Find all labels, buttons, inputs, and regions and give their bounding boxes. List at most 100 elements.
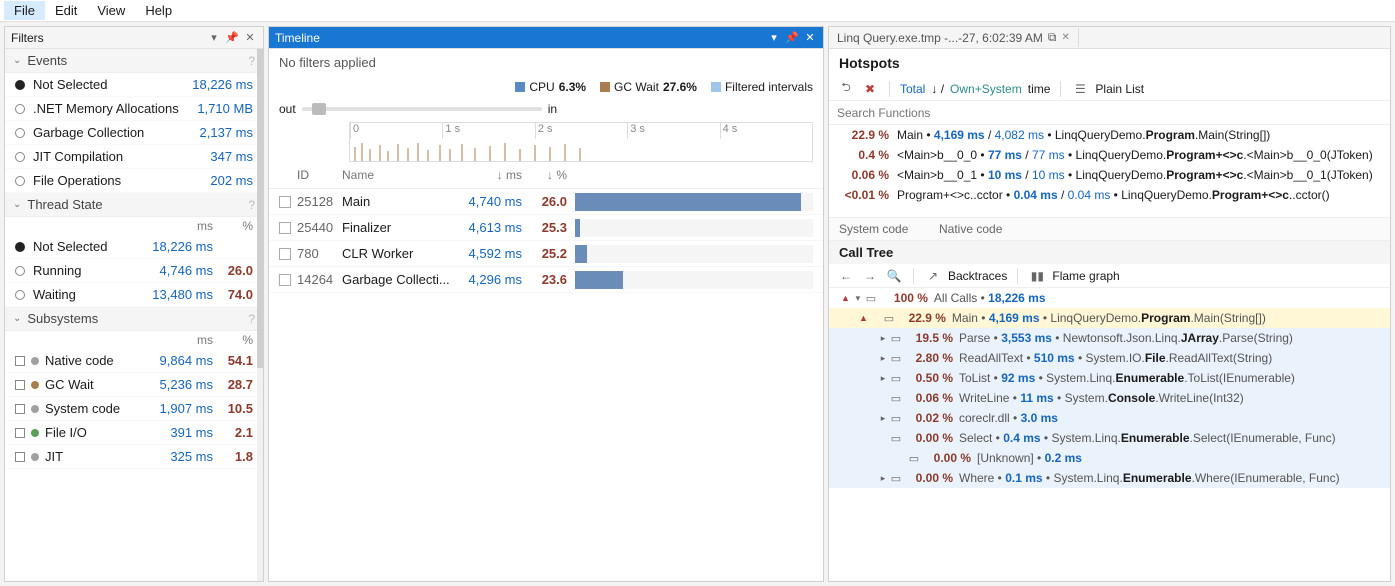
thread-timeline-bar[interactable] (575, 193, 813, 211)
scrollbar[interactable] (257, 49, 263, 581)
frame-icon: ▭ (864, 292, 878, 305)
calltree-row[interactable]: ▲ ▾ ▭ 100 % All Calls • 18,226 ms (829, 288, 1390, 308)
hotspot-row[interactable]: <0.01 % Program+<>c..cctor • 0.04 ms / 0… (829, 185, 1390, 205)
nav-fwd-icon[interactable]: → (861, 267, 879, 285)
ruler-tick: 4 s (720, 123, 812, 139)
calltree-row[interactable]: ▭ 0.00 % Select • 0.4 ms • System.Linq.E… (829, 428, 1390, 448)
pin-icon[interactable]: 📌 (225, 31, 239, 45)
filters-title: Filters (11, 31, 44, 45)
calltree-row[interactable]: ▸ ▭ 2.80 % ReadAllText • 510 ms • System… (829, 348, 1390, 368)
expand-icon[interactable]: ▸ (877, 353, 889, 364)
radio-icon (15, 104, 25, 114)
dropdown-icon[interactable]: ▾ (767, 31, 781, 45)
menu-file[interactable]: File (4, 1, 45, 20)
expand-icon[interactable]: ▸ (877, 333, 889, 344)
threadstate-section-header[interactable]: ⌄ Thread State ? (5, 193, 263, 217)
filter-row-threadstate[interactable]: Waiting 13,480 ms 74.0 (5, 283, 263, 307)
events-section-header[interactable]: ⌄ Events ? (5, 49, 263, 73)
filters-titlebar: Filters ▾ 📌 ✕ (5, 27, 263, 49)
hotspot-row[interactable]: 22.9 % Main • 4,169 ms / 4,082 ms • Linq… (829, 125, 1390, 145)
flame-icon: ▮▮ (1028, 267, 1046, 285)
expand-icon[interactable]: ▸ (877, 373, 889, 384)
pin-icon[interactable]: 📌 (785, 31, 799, 45)
calltree-row[interactable]: ▲ ▭ 22.9 % Main • 4,169 ms • LinqQueryDe… (829, 308, 1390, 328)
checkbox-icon[interactable] (279, 248, 291, 260)
expand-icon[interactable]: ▾ (852, 293, 864, 304)
search-input[interactable] (829, 101, 1390, 124)
calltree-row[interactable]: ▭ 0.06 % WriteLine • 11 ms • System.Cons… (829, 388, 1390, 408)
thread-timeline-bar[interactable] (575, 219, 813, 237)
checkbox-icon[interactable] (279, 222, 291, 234)
close-icon[interactable]: ✕ (1061, 32, 1069, 43)
filter-row-subsystem[interactable]: GC Wait 5,236 ms 28.7 (5, 373, 263, 397)
threadstate-columns: ms % (5, 217, 263, 235)
thread-timeline-bar[interactable] (575, 245, 813, 263)
ruler-tick: 0 (350, 123, 442, 139)
window-icon[interactable]: ⧉ (1048, 30, 1057, 45)
nav-back-icon[interactable]: ← (837, 267, 855, 285)
hotspots-panel: Linq Query.exe.tmp -...-27, 6:02:39 AM ⧉… (828, 26, 1391, 582)
thread-row[interactable]: 14264 Garbage Collecti... 4,296 ms 23.6 (269, 267, 823, 293)
checkbox-icon[interactable] (279, 196, 291, 208)
timeline-ruler[interactable]: 01 s2 s3 s4 s (349, 122, 813, 162)
back-icon[interactable]: ⮌ (837, 80, 855, 98)
filter-row-event[interactable]: .NET Memory Allocations 1,710 MB (5, 97, 263, 121)
ruler-tick: 3 s (627, 123, 719, 139)
filter-row-event[interactable]: File Operations 202 ms (5, 169, 263, 193)
filter-row-threadstate[interactable]: Not Selected 18,226 ms (5, 235, 263, 259)
hotspots-title: Hotspots (829, 49, 1390, 77)
thread-row[interactable]: 780 CLR Worker 4,592 ms 25.2 (269, 241, 823, 267)
tab-session[interactable]: Linq Query.exe.tmp -...-27, 6:02:39 AM ⧉… (829, 28, 1079, 47)
close-icon[interactable]: ✕ (243, 31, 257, 45)
calltree-toolbar: ← → 🔍 ↗ Backtraces ▮▮ Flame graph (829, 264, 1390, 288)
color-dot-icon (31, 429, 39, 437)
chevron-down-icon: ⌄ (13, 313, 21, 324)
close-icon[interactable]: ✕ (803, 31, 817, 45)
own-system-link[interactable]: Own+System (950, 82, 1022, 96)
help-icon[interactable]: ? (248, 312, 255, 326)
subsystems-section-header[interactable]: ⌄ Subsystems ? (5, 307, 263, 331)
flame-label[interactable]: Flame graph (1052, 269, 1119, 283)
calltree-row[interactable]: ▸ ▭ 19.5 % Parse • 3,553 ms • Newtonsoft… (829, 328, 1390, 348)
menu-view[interactable]: View (87, 1, 135, 20)
help-icon[interactable]: ? (248, 198, 255, 212)
frame-icon: ▭ (889, 392, 903, 405)
filter-row-subsystem[interactable]: Native code 9,864 ms 54.1 (5, 349, 263, 373)
thread-timeline-bar[interactable] (575, 271, 813, 289)
hotspot-row[interactable]: 0.06 % <Main>b__0_1 • 10 ms / 10 ms • Li… (829, 165, 1390, 185)
calltree-title: Call Tree (829, 241, 1390, 264)
cpu-swatch (515, 82, 525, 92)
checkbox-icon (15, 428, 25, 438)
filter-row-event[interactable]: Not Selected 18,226 ms (5, 73, 263, 97)
filter-row-subsystem[interactable]: JIT 325 ms 1.8 (5, 445, 263, 469)
calltree-row[interactable]: ▸ ▭ 0.00 % Where • 0.1 ms • System.Linq.… (829, 468, 1390, 488)
total-link[interactable]: Total (900, 82, 925, 96)
expand-icon[interactable]: ▸ (877, 413, 889, 424)
zoom-slider[interactable] (302, 107, 542, 111)
filter-icon[interactable]: ✖ (861, 80, 879, 98)
search-icon[interactable]: 🔍 (885, 267, 903, 285)
menu-help[interactable]: Help (135, 1, 182, 20)
menu-edit[interactable]: Edit (45, 1, 87, 20)
backtraces-label[interactable]: Backtraces (948, 269, 1007, 283)
plain-list-label[interactable]: Plain List (1095, 82, 1144, 96)
chevron-down-icon: ⌄ (13, 199, 21, 210)
hotspot-row[interactable]: 0.4 % <Main>b__0_0 • 77 ms / 77 ms • Lin… (829, 145, 1390, 165)
filter-row-event[interactable]: Garbage Collection 2,137 ms (5, 121, 263, 145)
calltree-row[interactable]: ▭ 0.00 % [Unknown] • 0.2 ms (829, 448, 1390, 468)
ruler-tick: 1 s (442, 123, 534, 139)
expand-icon[interactable]: ▸ (877, 473, 889, 484)
filter-row-subsystem[interactable]: File I/O 391 ms 2.1 (5, 421, 263, 445)
thread-row[interactable]: 25440 Finalizer 4,613 ms 25.3 (269, 215, 823, 241)
thread-row[interactable]: 25128 Main 4,740 ms 26.0 (269, 189, 823, 215)
filter-row-subsystem[interactable]: System code 1,907 ms 10.5 (5, 397, 263, 421)
dropdown-icon[interactable]: ▾ (207, 31, 221, 45)
radio-icon (15, 152, 25, 162)
checkbox-icon[interactable] (279, 274, 291, 286)
filter-row-event[interactable]: JIT Compilation 347 ms (5, 145, 263, 169)
calltree-row[interactable]: ▸ ▭ 0.50 % ToList • 92 ms • System.Linq.… (829, 368, 1390, 388)
help-icon[interactable]: ? (248, 54, 255, 68)
timeline-subheader: No filters applied (269, 49, 823, 76)
calltree-row[interactable]: ▸ ▭ 0.02 % coreclr.dll • 3.0 ms (829, 408, 1390, 428)
filter-row-threadstate[interactable]: Running 4,746 ms 26.0 (5, 259, 263, 283)
